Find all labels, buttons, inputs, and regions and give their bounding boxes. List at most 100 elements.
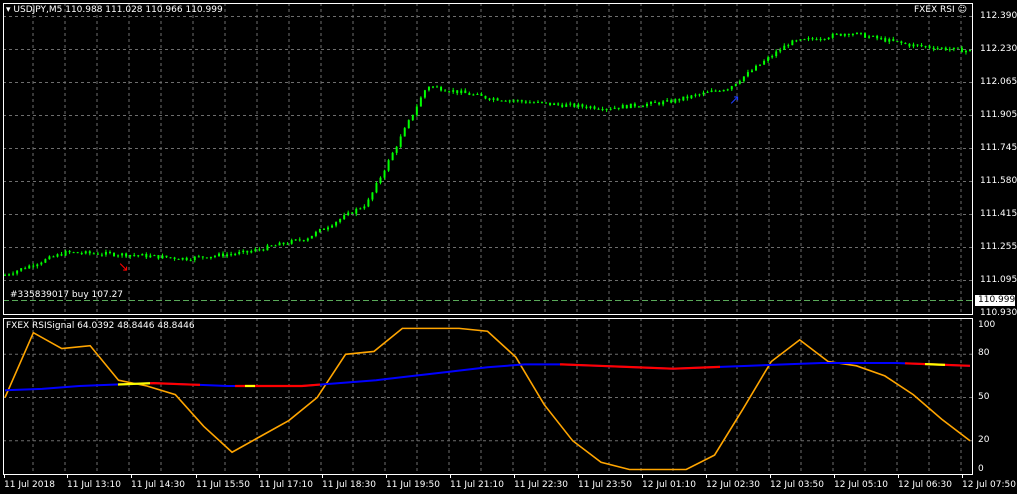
- candle-body: [415, 106, 418, 115]
- candle-body: [682, 96, 685, 101]
- candle-body: [165, 255, 168, 258]
- candle-body: [791, 40, 794, 46]
- candle-body: [803, 39, 806, 41]
- candle-body: [512, 100, 515, 102]
- candle-body: [585, 106, 588, 108]
- order-label[interactable]: #335839017 buy 107.27: [10, 290, 123, 301]
- candle-body: [480, 94, 483, 96]
- candle-body: [746, 72, 749, 77]
- signal-segment: [560, 363, 721, 370]
- candle-body: [843, 33, 846, 36]
- price-tick: 111.905: [980, 109, 1017, 120]
- candle-body: [763, 60, 766, 65]
- candle-body: [839, 33, 842, 36]
- candle-body: [331, 225, 334, 228]
- symbol-info: ▾ USDJPY,M5 110.988 111.028 110.966 110.…: [6, 5, 223, 16]
- candle-body: [28, 265, 31, 269]
- candle-body: [597, 108, 600, 110]
- time-tick: 11 Jul 18:30: [322, 480, 376, 490]
- candle-body: [436, 86, 439, 88]
- time-tick: 12 Jul 07:50: [962, 480, 1016, 490]
- candle-body: [161, 255, 164, 259]
- candle-body: [476, 94, 479, 96]
- candle-body: [847, 33, 850, 35]
- candle-body: [440, 87, 443, 91]
- time-tick: 11 Jul 22:30: [514, 480, 568, 490]
- candle-body: [932, 47, 935, 50]
- candle-body: [710, 90, 713, 92]
- price-tick: 111.580: [980, 175, 1017, 186]
- candle-body: [908, 43, 911, 47]
- candle-body: [767, 57, 770, 61]
- subpanel-title: FXEX RSISignal 64.0392 48.8446 48.8446: [6, 321, 195, 331]
- candle-body: [375, 183, 378, 193]
- time-tick: 12 Jul 05:10: [834, 480, 888, 490]
- candle-body: [609, 108, 612, 110]
- signal-segment: [149, 381, 201, 387]
- candle-body: [32, 265, 35, 267]
- candle-body: [633, 103, 636, 107]
- time-tick: 11 Jul 2018: [4, 480, 55, 490]
- candle-body: [4, 274, 6, 276]
- candle-body: [528, 102, 531, 104]
- candle-body: [100, 254, 103, 256]
- time-tick: 12 Jul 01:10: [642, 480, 696, 490]
- price-tick: 110.930: [980, 307, 1017, 318]
- candle-body: [318, 228, 321, 232]
- candle-body: [617, 107, 620, 109]
- candle-body: [670, 100, 673, 103]
- candle-body: [395, 146, 398, 153]
- candle-body: [367, 199, 370, 207]
- candle-body: [553, 103, 556, 106]
- price-tick: 111.095: [980, 274, 1017, 285]
- candle-body: [427, 86, 430, 91]
- candle-body: [884, 38, 887, 42]
- candle-body: [48, 256, 51, 260]
- candle-body: [500, 100, 503, 102]
- symbol-line: USDJPY,M5 110.988 111.028 110.966 110.99…: [13, 5, 223, 15]
- candle-body: [864, 33, 867, 38]
- candle-body: [545, 102, 548, 104]
- dropdown-triangle-icon[interactable]: ▾: [6, 5, 11, 15]
- candle-body: [371, 192, 374, 200]
- candle-body: [444, 90, 447, 92]
- time-tick: 11 Jul 19:50: [386, 480, 440, 490]
- candle-body: [775, 51, 778, 57]
- time-tick: 12 Jul 02:30: [706, 480, 760, 490]
- candle-body: [855, 32, 858, 35]
- candle-body: [72, 252, 75, 254]
- candle-body: [827, 37, 830, 39]
- price-tick: 111.255: [980, 241, 1017, 252]
- indicator-label[interactable]: FXEX RSI ☺: [914, 5, 967, 16]
- time-tick: 11 Jul 14:30: [131, 480, 185, 490]
- candle-body: [258, 249, 261, 251]
- rsi-tick: 20: [978, 434, 990, 445]
- candle-body: [734, 83, 737, 87]
- candle-body: [16, 270, 19, 274]
- time-tick: 11 Jul 15:50: [196, 480, 250, 490]
- current-price-tag: 110.999: [975, 295, 1015, 306]
- candle-body: [270, 245, 273, 247]
- chart-canvas[interactable]: ↘↗: [0, 0, 1017, 494]
- candle-body: [197, 256, 200, 258]
- candle-body: [314, 231, 317, 236]
- candle-body: [335, 221, 338, 226]
- candle-body: [666, 100, 669, 102]
- candle-body: [274, 245, 277, 247]
- candle-body: [508, 100, 511, 102]
- candle-body: [698, 94, 701, 96]
- candle-body: [234, 253, 237, 255]
- candle-body: [662, 101, 665, 105]
- candle-body: [900, 41, 903, 43]
- candle-body: [64, 250, 67, 256]
- candle-body: [282, 242, 285, 245]
- candle-body: [654, 101, 657, 103]
- candle-body: [541, 101, 544, 103]
- candle-body: [807, 38, 810, 40]
- candle-body: [589, 106, 592, 108]
- main-frame: [3, 3, 973, 315]
- candle-body: [84, 251, 87, 254]
- candle-body: [169, 257, 172, 259]
- candle-body: [952, 47, 955, 50]
- candle-body: [779, 49, 782, 52]
